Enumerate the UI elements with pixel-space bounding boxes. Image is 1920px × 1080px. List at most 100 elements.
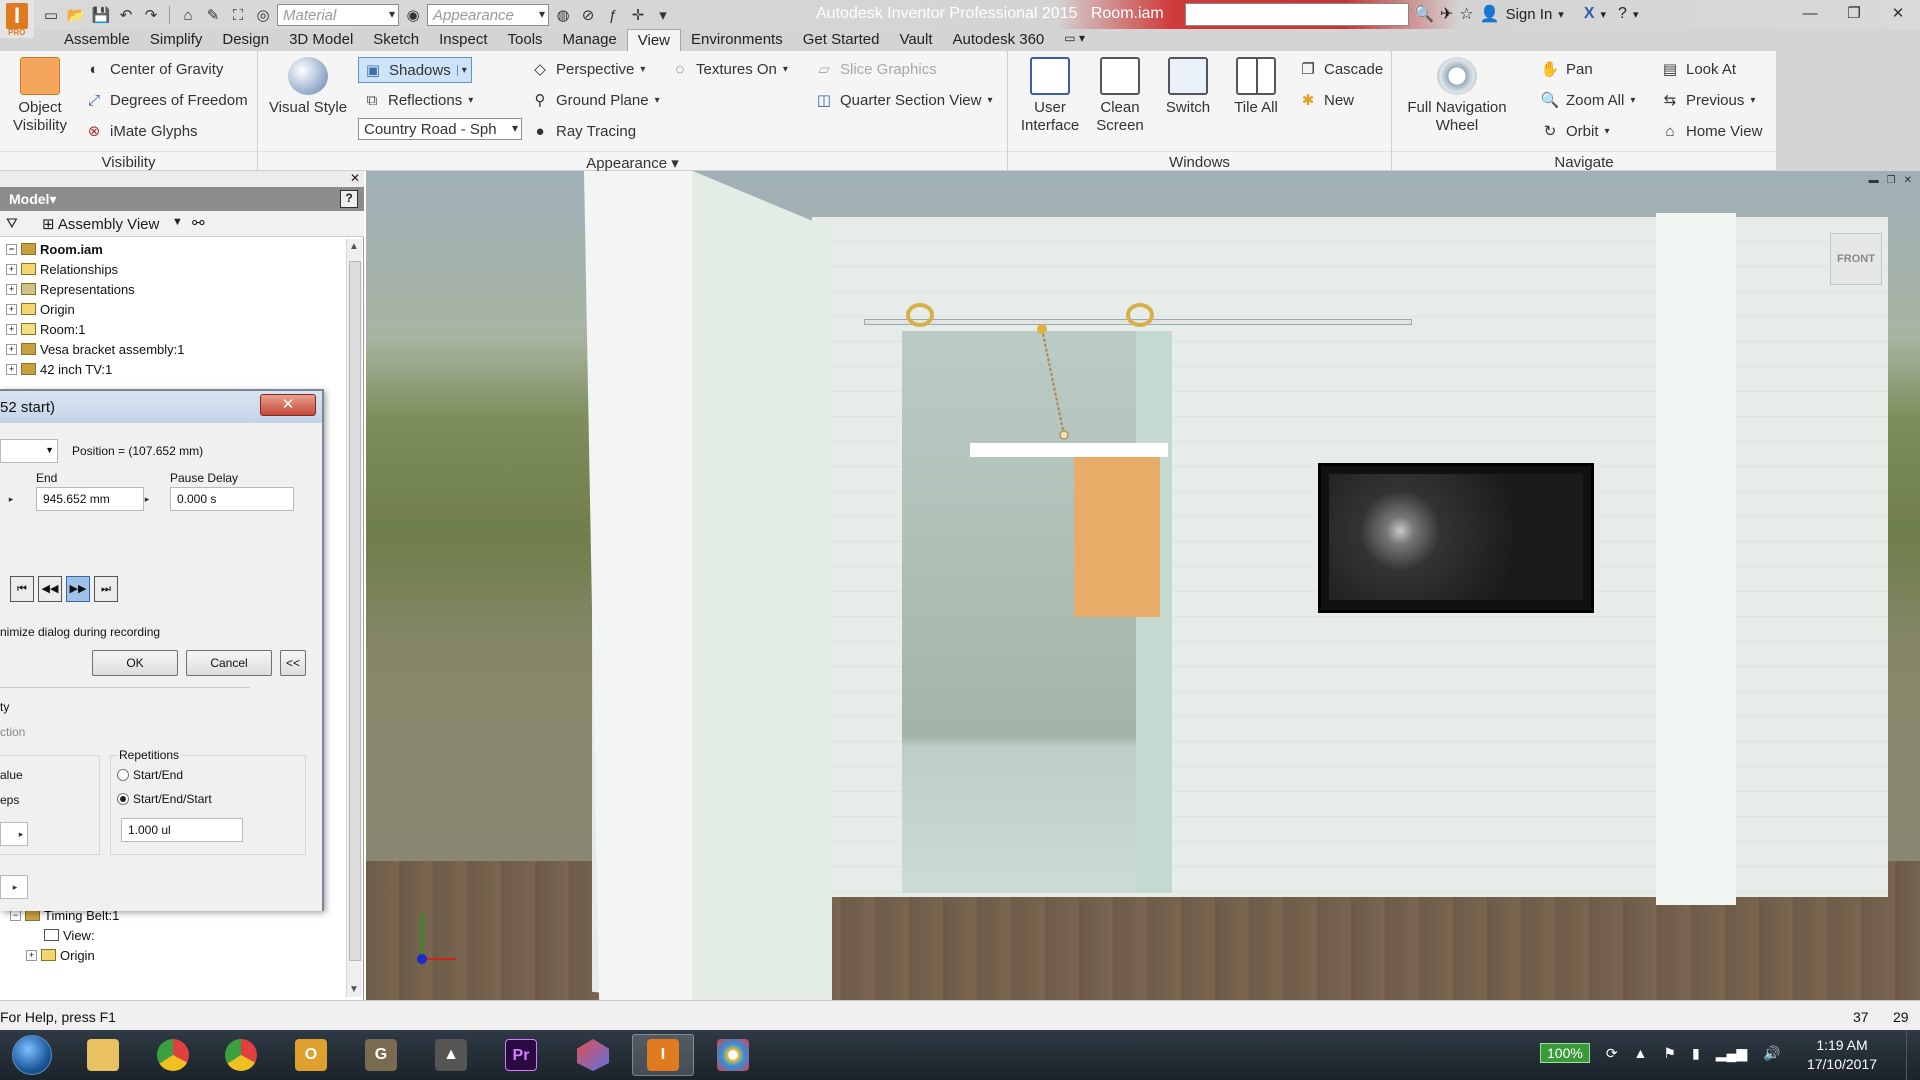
- taskbar-outlook[interactable]: O: [280, 1034, 342, 1076]
- show-desktop-button[interactable]: [1906, 1030, 1920, 1080]
- adjust-appearance-icon[interactable]: ◍: [552, 4, 574, 26]
- zoom-all-button[interactable]: 🔍 Zoom All ▾: [1540, 90, 1636, 110]
- taskbar-chrome[interactable]: [210, 1034, 272, 1076]
- tab-simplify[interactable]: Simplify: [140, 29, 213, 51]
- assembly-view-dropdown-icon[interactable]: ▼: [172, 216, 183, 228]
- taskbar-inkscape[interactable]: ▲: [420, 1034, 482, 1076]
- taskbar-inventor[interactable]: I: [632, 1034, 694, 1076]
- lighting-style-dropdown[interactable]: Country Road - Sph: [358, 118, 522, 140]
- expand-icon[interactable]: +: [26, 949, 37, 961]
- search-help-input[interactable]: [1185, 3, 1409, 26]
- switch-button[interactable]: Switch: [1158, 57, 1218, 117]
- viewport-restore-icon[interactable]: ❐: [1887, 175, 1896, 186]
- taskbar-3d-app[interactable]: [562, 1034, 624, 1076]
- flag-icon[interactable]: ⚑: [1663, 1045, 1676, 1062]
- tab-tools[interactable]: Tools: [498, 29, 553, 51]
- scrollbar-thumb[interactable]: [349, 261, 361, 961]
- full-navigation-wheel-button[interactable]: Full Navigation Wheel: [1400, 57, 1514, 135]
- collapse-icon[interactable]: −: [10, 909, 21, 921]
- taskbar-chrome-canary[interactable]: [142, 1034, 204, 1076]
- communication-center-icon[interactable]: ✈: [1440, 4, 1453, 24]
- tree-item-view[interactable]: View:: [0, 925, 346, 945]
- measure-icon[interactable]: ✛: [627, 4, 649, 26]
- recording-spin-icon[interactable]: ▸: [8, 875, 22, 899]
- end-spin-icon[interactable]: ▸: [140, 487, 154, 511]
- tab-get-started[interactable]: Get Started: [793, 29, 890, 51]
- exchange-dropdown-icon[interactable]: ▾: [1601, 8, 1607, 21]
- start-button[interactable]: [12, 1035, 52, 1075]
- pan-button[interactable]: ✋ Pan: [1540, 59, 1593, 79]
- degrees-of-freedom-button[interactable]: ⤢ Degrees of Freedom: [84, 90, 248, 110]
- expand-icon[interactable]: +: [6, 323, 17, 335]
- sync-icon[interactable]: ⟳: [1606, 1045, 1618, 1062]
- application-menu-button[interactable]: I PRO: [0, 0, 34, 38]
- dialog-title-bar[interactable]: 52 start) ✕: [0, 391, 322, 423]
- help-icon[interactable]: ?: [1618, 5, 1627, 23]
- viewport-minimize-icon[interactable]: ▬: [1869, 175, 1879, 186]
- clear-appearance-icon[interactable]: ⊘: [577, 4, 599, 26]
- tab-sketch[interactable]: Sketch: [363, 29, 429, 51]
- tab-assemble[interactable]: Assemble: [54, 29, 140, 51]
- expand-icon[interactable]: +: [6, 263, 17, 275]
- favorites-star-icon[interactable]: ☆: [1459, 4, 1473, 24]
- viewcube[interactable]: FRONT: [1830, 233, 1882, 285]
- battery-indicator[interactable]: 100%: [1540, 1043, 1590, 1063]
- qat-customize-icon[interactable]: ▾: [652, 4, 674, 26]
- tree-item-relationships[interactable]: + Relationships: [0, 259, 346, 279]
- taskbar-file-explorer[interactable]: [72, 1034, 134, 1076]
- open-file-icon[interactable]: 📂: [65, 4, 87, 26]
- tab-vault[interactable]: Vault: [889, 29, 942, 51]
- shadows-button[interactable]: ▣ Shadows ▾: [358, 57, 472, 83]
- home-icon[interactable]: ⌂: [177, 4, 199, 26]
- graphics-viewport[interactable]: FRONT ▬ ❐ ✕: [366, 171, 1920, 1000]
- new-file-icon[interactable]: ▭: [40, 4, 62, 26]
- expand-icon[interactable]: +: [6, 363, 17, 375]
- help-dropdown-icon[interactable]: ▾: [1633, 8, 1639, 21]
- clock[interactable]: 1:19 AM 17/10/2017: [1800, 1036, 1884, 1074]
- scroll-down-icon[interactable]: ▼: [349, 984, 359, 995]
- update-icon[interactable]: ◎: [252, 4, 274, 26]
- zoom-dropdown-icon[interactable]: ▾: [1630, 95, 1635, 106]
- radio-start-end[interactable]: Start/End: [117, 768, 183, 782]
- select-priority-icon[interactable]: ⛶: [227, 4, 249, 26]
- goto-start-icon[interactable]: ⏮: [10, 576, 34, 602]
- tree-item-origin[interactable]: + Origin: [0, 299, 346, 319]
- minimize-during-recording-label[interactable]: nimize dialog during recording: [0, 625, 160, 639]
- function-icon[interactable]: ƒ: [602, 4, 624, 26]
- start-spin-icon[interactable]: ▸: [4, 487, 18, 511]
- sign-in-link[interactable]: Sign In: [1506, 6, 1553, 23]
- perspective-dropdown-icon[interactable]: ▾: [640, 64, 645, 75]
- dialog-close-icon[interactable]: ✕: [260, 394, 316, 416]
- search-icon[interactable]: 🔍: [1414, 4, 1434, 24]
- volume-icon[interactable]: 🔊: [1763, 1045, 1780, 1062]
- orbit-dropdown-icon[interactable]: ▾: [1605, 126, 1610, 137]
- tab-inspect[interactable]: Inspect: [429, 29, 497, 51]
- center-of-gravity-button[interactable]: ◐ Center of Gravity: [84, 59, 223, 79]
- model-dropdown[interactable]: Model▾: [9, 191, 56, 208]
- look-at-button[interactable]: ▤ Look At: [1660, 59, 1736, 79]
- viewport-close-icon[interactable]: ✕: [1904, 175, 1912, 186]
- repetitions-value-input[interactable]: [121, 818, 243, 842]
- tab-autodesk-360[interactable]: Autodesk 360: [943, 29, 1055, 51]
- ground-plane-dropdown-icon[interactable]: ▾: [655, 95, 660, 106]
- goto-end-icon[interactable]: ⏭: [94, 576, 118, 602]
- increment-spin-icon[interactable]: ▸: [14, 822, 28, 846]
- taskbar-paint[interactable]: [702, 1034, 764, 1076]
- tab-manage[interactable]: Manage: [553, 29, 627, 51]
- radio-button-selected[interactable]: [117, 793, 129, 805]
- network-icon[interactable]: ▂▄▆: [1716, 1045, 1747, 1062]
- scroll-up-icon[interactable]: ▲: [349, 241, 359, 252]
- reflections-dropdown-icon[interactable]: ▾: [468, 95, 473, 106]
- new-window-button[interactable]: ✱ New: [1298, 90, 1354, 110]
- expand-icon[interactable]: +: [6, 303, 17, 315]
- tab-view[interactable]: View: [626, 29, 682, 51]
- quarter-section-dropdown-icon[interactable]: ▾: [987, 95, 992, 106]
- tab-3d-model[interactable]: 3D Model: [279, 29, 363, 51]
- visual-style-button[interactable]: Visual Style: [268, 57, 348, 117]
- redo-icon[interactable]: ↷: [140, 4, 162, 26]
- tab-design[interactable]: Design: [212, 29, 279, 51]
- object-visibility-button[interactable]: Object Visibility: [8, 57, 72, 135]
- assembly-view-dropdown[interactable]: ⊞ Assembly View: [42, 215, 159, 233]
- material-dropdown[interactable]: Material: [277, 4, 399, 26]
- ground-plane-button[interactable]: ⚲ Ground Plane ▾: [530, 90, 660, 110]
